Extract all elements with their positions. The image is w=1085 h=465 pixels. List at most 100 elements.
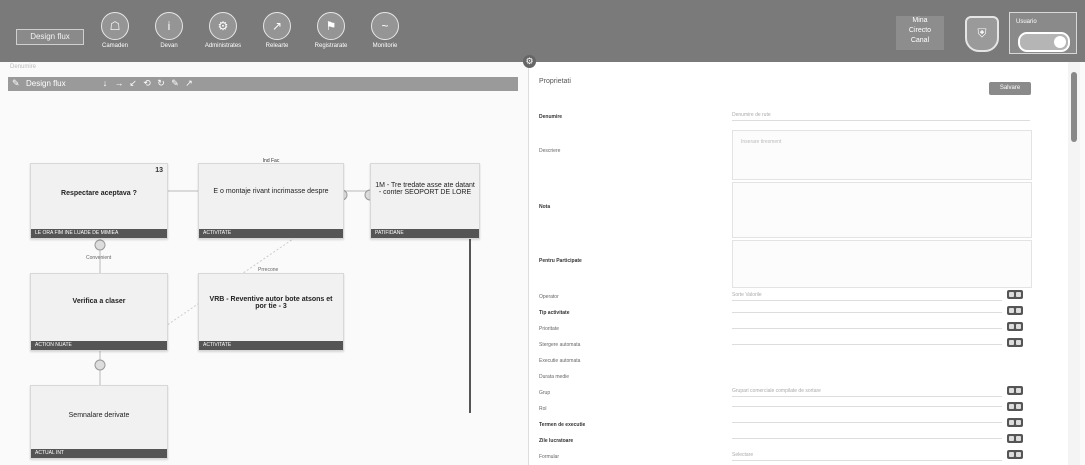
- workdays-field[interactable]: [732, 434, 1002, 439]
- arrow-right-icon[interactable]: →: [114, 78, 124, 88]
- card-title: Respectare aceptava ?: [61, 190, 137, 197]
- field-buttons[interactable]: [1007, 434, 1023, 443]
- nav-label: Monitorie: [372, 43, 398, 49]
- card-title: VRB - Reventive autor bote atsons et por…: [209, 296, 333, 310]
- field-buttons[interactable]: [1007, 306, 1023, 315]
- card-footer: PATIFIDANE: [371, 229, 479, 238]
- top-navigation-bar: Design flux ☖ Camaden i Devan ⚙ Administ…: [0, 0, 1085, 62]
- nav-item-registrarate[interactable]: ⚑ Registrarate: [308, 10, 354, 56]
- note-textarea[interactable]: [732, 182, 1032, 238]
- field-buttons[interactable]: [1007, 322, 1023, 331]
- flow-card[interactable]: Verifica a claser ACTION NUATE: [30, 273, 168, 351]
- field-buttons[interactable]: [1007, 386, 1023, 395]
- nav-item-camaden[interactable]: ☖ Camaden: [92, 10, 138, 56]
- row-label: Descriere: [539, 148, 561, 154]
- card-footer: ACTIVITATE: [199, 341, 343, 350]
- brand-line: Mina: [912, 17, 928, 24]
- row-label: Durata medie: [539, 374, 570, 380]
- field-buttons[interactable]: [1007, 418, 1023, 427]
- arrow-diag-icon[interactable]: ↙: [128, 78, 138, 89]
- arrow-down-icon[interactable]: ↓: [100, 78, 110, 88]
- form-field[interactable]: Selectare: [732, 450, 1002, 461]
- nav-item-monitorie[interactable]: ~ Monitorie: [362, 10, 408, 56]
- card-number: 13: [155, 167, 163, 174]
- panel-scrollbar[interactable]: [1068, 62, 1080, 465]
- chart-icon: ↗: [263, 12, 291, 40]
- user-menu[interactable]: Usuario: [1009, 12, 1077, 54]
- row-label: Operator: [539, 294, 559, 300]
- card-title: Semnalare derivate: [68, 412, 130, 419]
- pencil-icon: ✎: [12, 78, 20, 88]
- field-buttons[interactable]: [1007, 338, 1023, 347]
- field-buttons[interactable]: [1007, 402, 1023, 411]
- auto-delete-field[interactable]: [732, 340, 1002, 345]
- card-title: E o montaje rivant incrimasse despre: [213, 188, 329, 195]
- link-icon[interactable]: ↗: [184, 78, 194, 89]
- participate-textarea[interactable]: [732, 240, 1032, 288]
- home-button[interactable]: Design flux: [16, 29, 84, 45]
- connector-handle[interactable]: [94, 239, 106, 251]
- flow-card[interactable]: Semnalare derivate ACTUAL INT: [30, 385, 168, 459]
- connector-handle[interactable]: [94, 359, 106, 371]
- design-toolbar: ✎ Design flux ↓ → ↙ ⟲ ↻ ✎ ↗: [8, 77, 518, 91]
- row-label: Executie automata: [539, 358, 581, 364]
- nav-item-administrates[interactable]: ⚙ Administrates: [200, 10, 246, 56]
- nav-item-relearte[interactable]: ↗ Relearte: [254, 10, 300, 56]
- row-label: Stergere automata: [539, 342, 581, 348]
- row-label: Zile lucratoare: [539, 438, 574, 444]
- undo-icon[interactable]: ⟲: [142, 78, 152, 89]
- role-field[interactable]: [732, 402, 1002, 407]
- row-label: Nota: [539, 204, 551, 210]
- card-title: Verifica a claser: [72, 298, 126, 305]
- card-footer: ACTUAL INT: [31, 449, 167, 458]
- redo-icon[interactable]: ↻: [156, 78, 166, 89]
- row-label: Formular: [539, 454, 560, 460]
- panel-title: Proprietati: [539, 78, 571, 85]
- card-footer: LE ORA FIM INE LUADE DE MIMIEA: [31, 229, 167, 238]
- brand-logo: Mina Cirecto Canal: [896, 16, 944, 50]
- operator-field[interactable]: Sorte Valorile: [732, 290, 1002, 301]
- flag-icon: ⚑: [317, 12, 345, 40]
- brand-line: Cirecto: [908, 27, 932, 34]
- card-head: Ind Fac: [262, 158, 280, 164]
- user-label: Usuario: [1016, 19, 1037, 25]
- field-buttons[interactable]: [1007, 290, 1023, 299]
- priority-field[interactable]: [732, 324, 1002, 329]
- scroll-thumb[interactable]: [1071, 72, 1077, 142]
- toggle-knob: [1054, 36, 1066, 48]
- save-button[interactable]: Salvare: [989, 82, 1031, 95]
- flow-card[interactable]: Ind Fac E o montaje rivant incrimasse de…: [198, 158, 344, 239]
- field-buttons[interactable]: [1007, 450, 1023, 459]
- flow-card[interactable]: 13 Respectare aceptava ? LE ORA FIM INE …: [30, 163, 168, 239]
- row-label: Rol: [539, 406, 547, 412]
- row-label: Prioritate: [539, 326, 560, 332]
- flow-card[interactable]: VRB - Reventive autor bote atsons et por…: [198, 273, 344, 351]
- settings-gear-icon[interactable]: ⚙: [523, 55, 536, 68]
- properties-panel: ⚙ Proprietati Salvare Denumire Denumire …: [523, 55, 1069, 465]
- card-title: 1M - Tre tredate asse ate datant - conte…: [375, 182, 475, 196]
- toolbar-title: Design flux: [26, 79, 66, 88]
- group-field[interactable]: Grupari comerciale compilate de sortare: [732, 386, 1002, 397]
- nav-label: Camaden: [101, 43, 128, 49]
- edit-icon[interactable]: ✎: [170, 78, 180, 89]
- flow-card[interactable]: 1M - Tre tredate asse ate datant - conte…: [370, 163, 480, 239]
- nav-label: Relearte: [265, 43, 289, 49]
- deadline-field[interactable]: [732, 418, 1002, 423]
- gear-icon: ⚙: [209, 12, 237, 40]
- flow-canvas[interactable]: Convenient Prrecone 13 Respectare acepta…: [8, 95, 520, 465]
- name-field[interactable]: Denumire de rute: [732, 110, 1030, 121]
- card-footer: ACTION NUATE: [31, 341, 167, 350]
- description-textarea[interactable]: Inserare tiresment: [732, 130, 1032, 180]
- status-toggle[interactable]: [1018, 32, 1070, 52]
- card-footer: ACTIVITATE: [199, 229, 343, 238]
- brand-line: Canal: [910, 37, 930, 44]
- row-label: Pentru Participate: [539, 258, 582, 264]
- nav-item-devan[interactable]: i Devan: [146, 10, 192, 56]
- nav-label: Administrates: [204, 43, 242, 49]
- pulse-icon: ~: [371, 12, 399, 40]
- row-label: Tip activitate: [539, 310, 570, 316]
- link-label: Convenient: [86, 255, 112, 261]
- row-label: Termen de executie: [539, 422, 586, 428]
- activity-type-field[interactable]: [732, 308, 1002, 313]
- info-icon: i: [155, 12, 183, 40]
